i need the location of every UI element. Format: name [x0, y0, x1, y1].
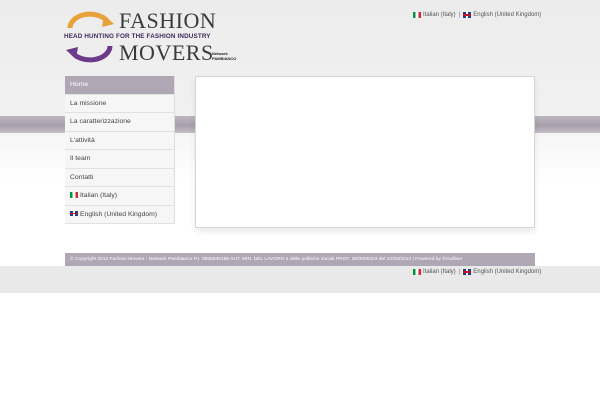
italy-flag-icon: [413, 269, 421, 275]
nav-item-contatti[interactable]: Contatti: [65, 168, 174, 187]
lang-italian-link-bottom[interactable]: Italian (Italy): [423, 269, 456, 275]
language-switcher-top: Italian (Italy) | English (United Kingdo…: [413, 12, 541, 18]
lang-separator: |: [458, 269, 461, 275]
lang-english-link[interactable]: English (United Kingdom): [473, 12, 541, 18]
footer-copyright: © Copyright 2013 Fashion Movers - Networ…: [65, 253, 535, 266]
site-logo[interactable]: FASHION HEAD HUNTING FOR THE FASHION IND…: [64, 8, 239, 68]
nav-item-italian[interactable]: Italian (Italy): [65, 187, 174, 206]
logo-tagline: HEAD HUNTING FOR THE FASHION INDUSTRY: [64, 33, 211, 40]
lang-separator: |: [458, 12, 461, 18]
nav-item-english[interactable]: English (United Kingdom): [65, 205, 174, 224]
language-switcher-bottom: Italian (Italy) | English (United Kingdo…: [413, 269, 541, 275]
lang-english-link-bottom[interactable]: English (United Kingdom): [473, 269, 541, 275]
uk-flag-icon: [70, 210, 78, 217]
logo-network: Network PAMBIANCO: [212, 51, 237, 61]
logo-word-movers: MOVERS: [119, 40, 214, 65]
italy-flag-icon: [413, 12, 421, 18]
logo-network-line2: PAMBIANCO: [212, 55, 237, 61]
uk-flag-icon: [463, 12, 472, 18]
main-content-panel: [195, 76, 535, 228]
sidebar-nav: Home La missione La caratterizzazione L'…: [65, 76, 175, 224]
nav-item-team[interactable]: Il team: [65, 150, 174, 169]
uk-flag-icon: [463, 269, 472, 275]
nav-item-home[interactable]: Home: [65, 76, 174, 95]
nav-item-attivita[interactable]: L'attività: [65, 131, 174, 150]
italy-flag-icon: [70, 192, 78, 198]
nav-item-caratterizzazione[interactable]: La caratterizzazione: [65, 113, 174, 132]
nav-item-missione[interactable]: La missione: [65, 94, 174, 113]
nav-item-english-label: English (United Kingdom): [80, 210, 158, 218]
nav-item-italian-label: Italian (Italy): [80, 192, 118, 199]
lang-italian-link[interactable]: Italian (Italy): [423, 12, 456, 18]
logo-word-fashion: FASHION: [119, 8, 217, 33]
